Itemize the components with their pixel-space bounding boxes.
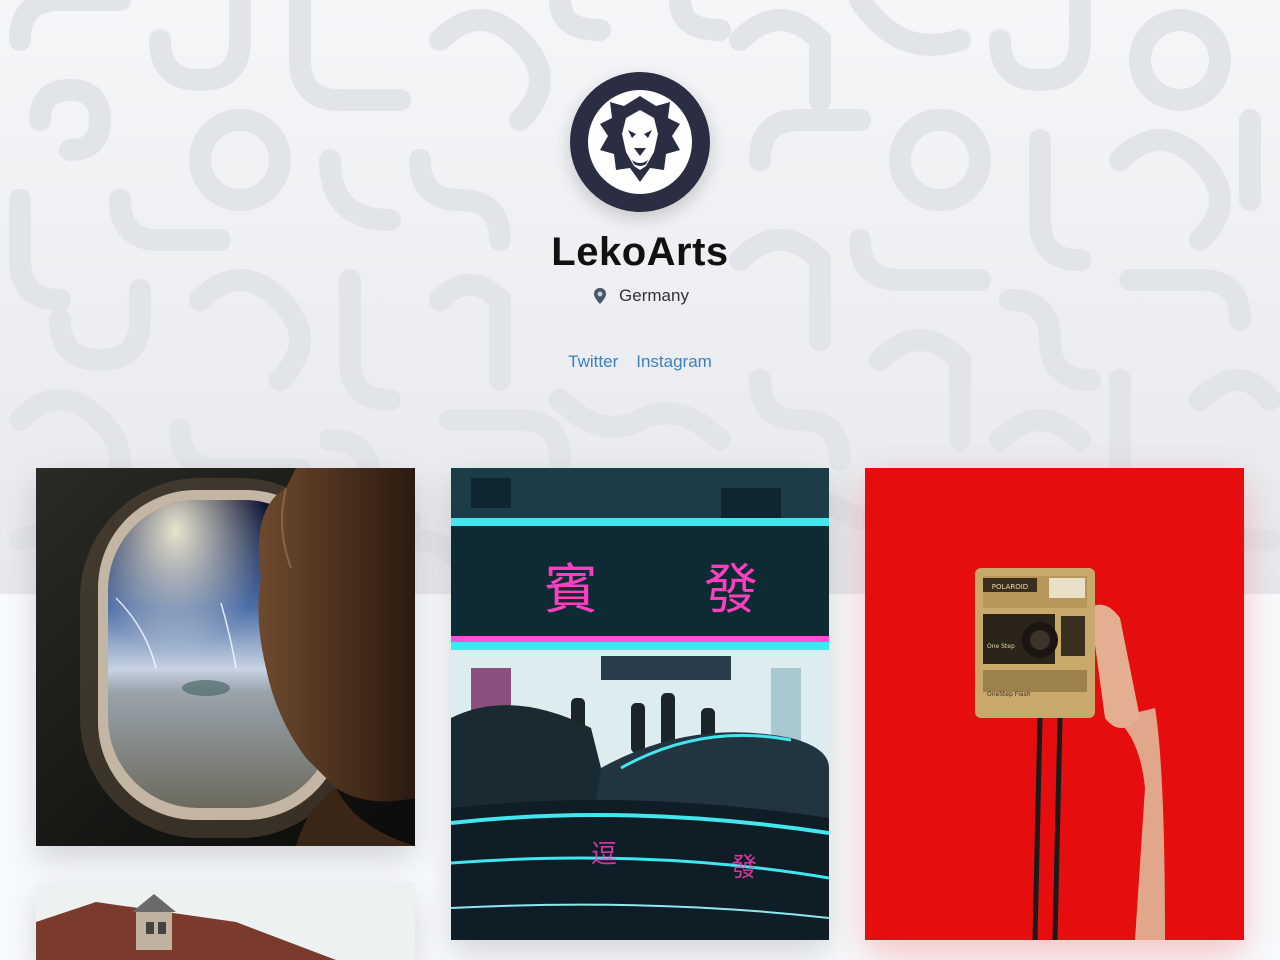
- house-roof-photo: [36, 882, 415, 960]
- gallery-card-airplane-window[interactable]: [36, 468, 415, 846]
- gallery-card-polaroid-camera[interactable]: POLAROID One Step OneStep Flash: [865, 468, 1244, 940]
- profile-name: LekoArts: [551, 230, 729, 274]
- svg-text:發: 發: [704, 558, 758, 621]
- svg-text:POLAROID: POLAROID: [992, 583, 1028, 591]
- gallery-card-house-roof[interactable]: [36, 882, 415, 960]
- svg-text:發: 發: [731, 853, 757, 883]
- location-pin-icon: [594, 288, 607, 304]
- twitter-link[interactable]: Twitter: [568, 352, 618, 372]
- instagram-link[interactable]: Instagram: [636, 352, 712, 372]
- profile-location: Germany: [0, 286, 1280, 306]
- svg-text:逗: 逗: [591, 840, 617, 870]
- social-links: Twitter Instagram: [0, 352, 1280, 372]
- gallery-card-neon-street[interactable]: 賓 發 逗 發: [451, 468, 829, 940]
- lion-logo-icon: [588, 90, 692, 194]
- avatar[interactable]: [570, 72, 710, 212]
- location-label: Germany: [619, 286, 689, 305]
- svg-text:賓: 賓: [544, 558, 598, 621]
- polaroid-camera-photo: POLAROID One Step OneStep Flash: [865, 468, 1244, 940]
- svg-text:OneStep Flash: OneStep Flash: [987, 691, 1031, 698]
- svg-text:One Step: One Step: [987, 643, 1015, 650]
- airplane-window-photo: [36, 468, 415, 846]
- neon-street-photo: 賓 發 逗 發: [451, 468, 829, 940]
